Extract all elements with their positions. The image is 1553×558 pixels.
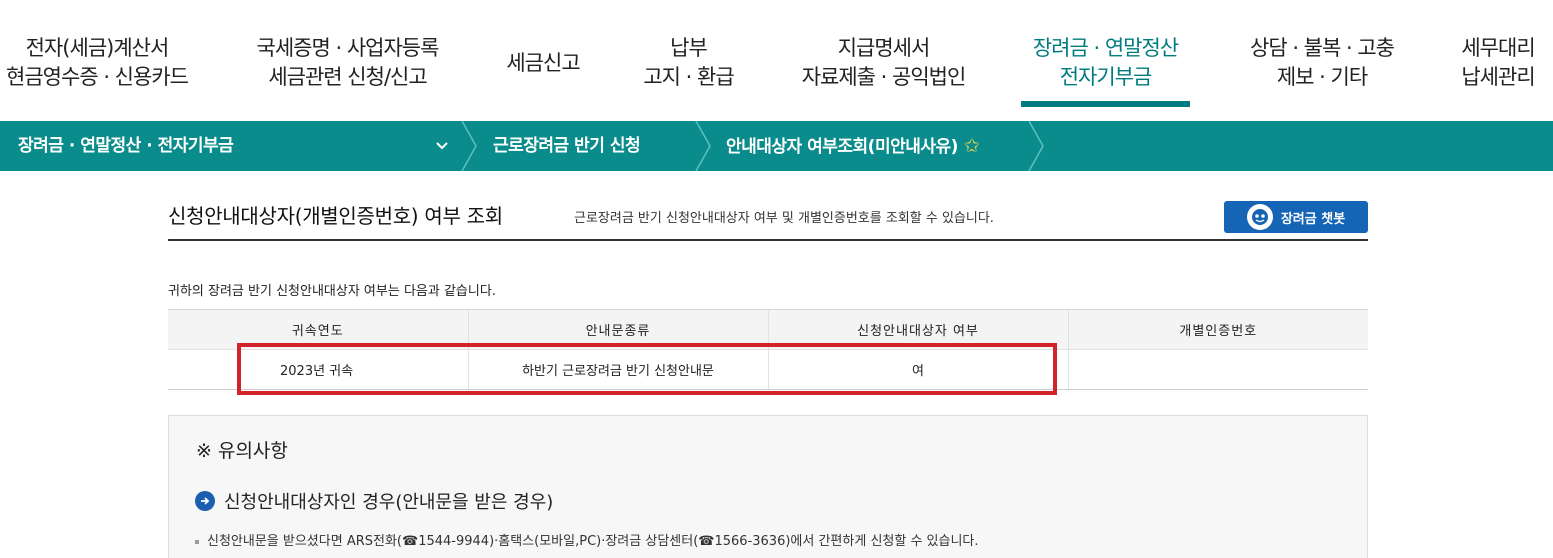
col-header-notice-type: 안내문종류 [468,309,769,350]
page-title: 신청안내대상자(개별인증번호) 여부 조회 [168,204,503,228]
gnb-active-underline [1021,101,1190,107]
arrow-right-icon [195,491,215,511]
phone-number-ars: 1544-9944 [418,534,490,549]
bullet-icon [195,539,199,544]
page-description: 근로장려금 반기 신청안내대상자 여부 및 개별인증번호를 조회할 수 있습니다… [574,211,994,226]
breadcrumb-separator [695,121,711,171]
gnb-item-certificate[interactable]: 국세증명 · 사업자등록 세금관련 신청/신고 [240,34,455,92]
gnb-item-consult[interactable]: 상담 · 불복 · 고충 제보 · 기타 [1233,34,1411,92]
breadcrumb-separator [1028,121,1044,171]
bullet-text-2: )·홈택스(모바일,PC)·장려금 상담센터( [489,534,699,549]
table-header-row: 귀속연도 안내문종류 신청안내대상자 여부 개별인증번호 [168,309,1368,350]
gnb-item-line1: 장려금 · 연말정산 [1032,36,1179,60]
gnb-item-line1: 지급명세서 [837,36,931,60]
chatbot-icon [1246,204,1273,230]
gnb-item-line2: 세금관련 신청/신고 [268,65,427,89]
gnb-item-line2: 납세관리 [1461,65,1535,89]
result-table: 귀속연도 안내문종류 신청안내대상자 여부 개별인증번호 2023년 귀속 하반… [168,309,1368,390]
breadcrumb: 장려금 · 연말정산 · 전자기부금 근로장려금 반기 신청 안내대상자 여부조… [0,121,1553,171]
favorite-star-icon[interactable]: ✩ [964,135,980,157]
gnb-item-line2: 제보 · 기타 [1276,65,1368,89]
gnb-item-line1: 전자(세금)계산서 [25,36,170,60]
col-header-eligibility: 신청안내대상자 여부 [768,309,1069,350]
breadcrumb-level1[interactable]: 장려금 · 연말정산 · 전자기부금 [18,121,234,171]
cell-year: 2023년 귀속 [168,349,469,390]
global-nav: 전자(세금)계산서 현금영수증 · 신용카드 국세증명 · 사업자등록 세금관련… [0,0,1553,121]
chatbot-button[interactable]: 장려금 챗봇 [1224,201,1368,233]
breadcrumb-level3-wrap: 안내대상자 여부조회(미안내사유) ✩ [726,121,980,171]
breadcrumb-level2[interactable]: 근로장려금 반기 신청 [493,121,641,171]
phone-icon: ☎ [402,534,419,549]
gnb-item-line1: 상담 · 불복 · 고충 [1250,36,1395,60]
gnb-item-e-invoice[interactable]: 전자(세금)계산서 현금영수증 · 신용카드 [0,34,200,92]
cell-eligibility: 여 [768,349,1069,390]
page-header: 신청안내대상자(개별인증번호) 여부 조회 근로장려금 반기 신청안내대상자 여… [168,196,1368,241]
gnb-item-tax-agent[interactable]: 세무대리 납세관리 [1450,34,1546,92]
bullet-text-3: )에서 간편하게 신청할 수 있습니다. [785,534,979,549]
caution-box: ※ 유의사항 신청안내대상자인 경우(안내문을 받은 경우) 신청안내문을 받으… [168,415,1368,558]
col-header-year: 귀속연도 [168,309,469,350]
cell-notice-type: 하반기 근로장려금 반기 신청안내문 [468,349,769,390]
gnb-item-line1: 세금신고 [506,51,580,75]
result-notice: 귀하의 장려금 반기 신청안내대상자 여부는 다음과 같습니다. [168,284,496,299]
table-row: 2023년 귀속 하반기 근로장려금 반기 신청안내문 여 [168,349,1368,390]
caution-title: ※ 유의사항 [196,440,288,462]
gnb-item-line2: 전자기부금 [1059,65,1153,89]
gnb-item-incentive[interactable]: 장려금 · 연말정산 전자기부금 [1021,34,1190,92]
gnb-item-line1: 납부 [670,36,708,60]
gnb-item-line2: 고지 · 환급 [643,65,734,89]
gnb-item-statement[interactable]: 지급명세서 자료제출 · 공익법인 [787,34,980,92]
gnb-item-tax-report[interactable]: 세금신고 [497,49,589,78]
caution-subtitle-row: 신청안내대상자인 경우(안내문을 받은 경우) [195,488,553,514]
chatbot-label: 장려금 챗봇 [1280,211,1346,227]
chevron-down-icon[interactable] [435,139,449,153]
bullet-text-1: 신청안내문을 받으셨다면 ARS전화( [207,534,402,549]
gnb-item-line2: 현금영수증 · 신용카드 [6,65,189,89]
phone-number-center: 1566-3636 [714,534,786,549]
gnb-item-line1: 국세증명 · 사업자등록 [256,36,440,60]
breadcrumb-level3[interactable]: 안내대상자 여부조회(미안내사유) [726,137,958,157]
caution-subtitle: 신청안내대상자인 경우(안내문을 받은 경우) [224,492,554,513]
cell-auth-number [1068,349,1368,390]
breadcrumb-separator [461,121,477,171]
phone-icon: ☎ [698,534,715,549]
col-header-auth-number: 개별인증번호 [1068,309,1368,350]
caution-bullet: 신청안내문을 받으셨다면 ARS전화(☎1544-9944)·홈택스(모바일,P… [195,530,979,549]
gnb-item-line1: 세무대리 [1461,36,1535,60]
gnb-item-payment[interactable]: 납부 고지 · 환급 [632,34,745,92]
gnb-item-line2: 자료제출 · 공익법인 [801,65,967,89]
